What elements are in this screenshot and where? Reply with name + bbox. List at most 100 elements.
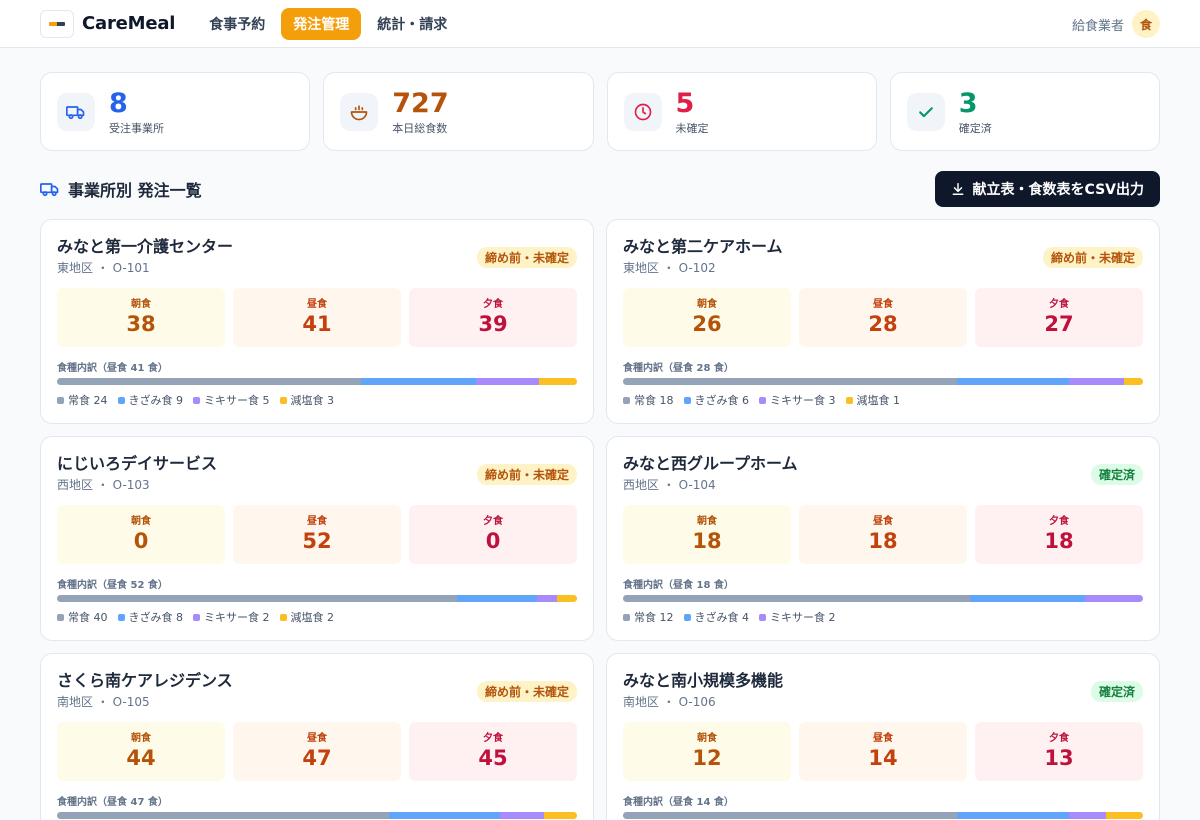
user-area[interactable]: 給食業者 食 bbox=[1072, 10, 1160, 38]
logo-icon bbox=[40, 9, 74, 38]
truck-icon bbox=[40, 183, 59, 197]
legend-item: 常食 18 bbox=[623, 392, 674, 408]
breakdown-legend: 常食 24 きざみ食 9 ミキサー食 5 減塩食 3 bbox=[57, 392, 577, 408]
legend-swatch bbox=[759, 396, 766, 404]
meal-value: 28 bbox=[868, 312, 898, 336]
stat-value: 8 bbox=[109, 88, 128, 119]
csv-export-button[interactable]: 献立表・食数表をCSV出力 bbox=[934, 171, 1160, 207]
legend-swatch bbox=[623, 613, 630, 621]
legend-swatch bbox=[845, 396, 853, 404]
avatar[interactable]: 食 bbox=[1132, 10, 1160, 38]
facility-sub: 東地区 ・ O-101 bbox=[57, 261, 150, 275]
meal-breakfast: 朝食 38 bbox=[57, 288, 225, 347]
status-badge: 確定済 bbox=[1090, 464, 1143, 485]
legend-swatch bbox=[57, 613, 64, 621]
card-title-block: みなと西グループホーム 西地区 ・ O-104 bbox=[623, 453, 798, 493]
meal-dinner: 夕食 18 bbox=[975, 505, 1143, 564]
meal-label: 夕食 bbox=[1049, 299, 1069, 310]
legend-item: 減塩食 1 bbox=[845, 392, 900, 408]
breakdown-bar bbox=[57, 595, 577, 602]
meal-label: 夕食 bbox=[1049, 733, 1069, 744]
section-title: 事業所別 発注一覧 bbox=[40, 177, 202, 201]
stat-value: 5 bbox=[675, 88, 695, 119]
meal-label: 朝食 bbox=[697, 299, 717, 310]
meal-dinner: 夕食 45 bbox=[409, 722, 577, 781]
user-role-label: 給食業者 bbox=[1071, 18, 1124, 34]
breakdown-segment bbox=[1068, 378, 1125, 385]
facility-card[interactable]: みなと南小規模多機能 南地区 ・ O-106 確定済 朝食 12 昼食 14 夕食 13 食種内訳… bbox=[606, 653, 1160, 820]
meal-counts: 朝食 26 昼食 28 夕食 27 bbox=[623, 288, 1143, 347]
facility-card[interactable]: みなと第一介護センター 東地区 ・ O-101 締め前・未確定 朝食 38 昼食 41 夕食 3… bbox=[40, 219, 594, 424]
facility-card[interactable]: みなと第二ケアホーム 東地区 ・ O-102 締め前・未確定 朝食 26 昼食 28 夕食 27… bbox=[606, 219, 1160, 424]
card-header: さくら南ケアレジデンス 南地区 ・ O-105 締め前・未確定 bbox=[57, 670, 577, 710]
stat-label: 確定済 bbox=[958, 122, 992, 135]
legend-item: ミキサー食 3 bbox=[759, 392, 836, 408]
meal-label: 昼食 bbox=[307, 733, 327, 744]
meal-value: 18 bbox=[868, 529, 898, 553]
legend-swatch bbox=[193, 396, 200, 404]
facility-sub: 南地区 ・ O-106 bbox=[623, 695, 716, 709]
download-icon bbox=[952, 183, 963, 195]
facility-name: みなと第二ケアホーム bbox=[623, 237, 783, 256]
breakdown-segment bbox=[623, 812, 958, 819]
legend-swatch bbox=[623, 396, 630, 404]
meal-label: 夕食 bbox=[483, 733, 503, 744]
nav-item-0[interactable]: 食事予約 bbox=[197, 8, 277, 40]
legend-label: ミキサー食 2 bbox=[204, 611, 270, 624]
meal-value: 52 bbox=[302, 529, 332, 553]
meal-lunch: 昼食 14 bbox=[799, 722, 967, 781]
meal-dinner: 夕食 27 bbox=[975, 288, 1143, 347]
breakdown-segment bbox=[57, 595, 457, 602]
legend-swatch bbox=[759, 613, 766, 621]
meal-value: 0 bbox=[133, 529, 149, 553]
stats-row: 8 受注事業所 727 本日総食数 5 未確定 3 確定済 bbox=[40, 72, 1160, 151]
stat-card: 8 受注事業所 bbox=[40, 72, 311, 151]
card-header: みなと南小規模多機能 南地区 ・ O-106 確定済 bbox=[623, 670, 1143, 710]
breakdown-segment bbox=[557, 595, 577, 602]
bowl-icon bbox=[340, 92, 379, 131]
meal-counts: 朝食 44 昼食 47 夕食 45 bbox=[57, 722, 577, 781]
breakdown-bar bbox=[623, 595, 1143, 602]
stat-text: 3 確定済 bbox=[959, 87, 992, 136]
nav-item-1[interactable]: 発注管理 bbox=[281, 7, 362, 40]
legend-swatch bbox=[279, 613, 287, 621]
stat-text: 8 受注事業所 bbox=[109, 87, 164, 136]
meal-lunch: 昼食 52 bbox=[233, 505, 401, 564]
meal-value: 44 bbox=[126, 746, 156, 770]
meal-value: 41 bbox=[302, 312, 332, 336]
card-header: みなと西グループホーム 西地区 ・ O-104 確定済 bbox=[623, 453, 1143, 493]
breakdown-segment bbox=[969, 595, 1086, 602]
meal-label: 朝食 bbox=[131, 733, 151, 744]
stat-text: 5 未確定 bbox=[676, 87, 709, 136]
stat-label: 受注事業所 bbox=[109, 122, 164, 135]
facility-sub: 西地区 ・ O-103 bbox=[57, 478, 150, 492]
facility-card[interactable]: さくら南ケアレジデンス 南地区 ・ O-105 締め前・未確定 朝食 44 昼食 47 夕食 4… bbox=[40, 653, 594, 820]
stat-card: 3 確定済 bbox=[889, 72, 1160, 151]
breakdown-segment bbox=[388, 812, 500, 819]
breakdown-segment bbox=[1068, 812, 1106, 819]
breakdown-segment bbox=[57, 378, 362, 385]
legend-label: 常食 12 bbox=[634, 611, 674, 624]
breakdown-title: 食種内訳（昼食 14 食） bbox=[623, 797, 734, 808]
meal-label: 夕食 bbox=[483, 299, 503, 310]
legend-swatch bbox=[117, 613, 125, 621]
breakdown-segment bbox=[623, 595, 970, 602]
legend-label: きざみ食 4 bbox=[694, 611, 750, 624]
facility-card[interactable]: みなと西グループホーム 西地区 ・ O-104 確定済 朝食 18 昼食 18 夕食 18 食種内… bbox=[606, 436, 1160, 641]
breakdown-segment bbox=[457, 595, 537, 602]
facility-name: みなと南小規模多機能 bbox=[623, 671, 784, 690]
meal-counts: 朝食 12 昼食 14 夕食 13 bbox=[623, 722, 1143, 781]
legend-label: きざみ食 6 bbox=[694, 394, 750, 407]
breakdown-segment bbox=[499, 812, 544, 819]
facility-sub: 西地区 ・ O-104 bbox=[623, 478, 716, 492]
meal-breakfast: 朝食 26 bbox=[623, 288, 791, 347]
meal-label: 夕食 bbox=[483, 516, 503, 527]
card-title-block: さくら南ケアレジデンス 南地区 ・ O-105 bbox=[57, 670, 233, 710]
breakdown-bar bbox=[57, 378, 577, 385]
breakdown-title: 食種内訳（昼食 47 食） bbox=[57, 797, 168, 808]
nav-item-2[interactable]: 統計・請求 bbox=[365, 8, 459, 40]
facility-card[interactable]: にじいろデイサービス 西地区 ・ O-103 締め前・未確定 朝食 0 昼食 52 夕食 0 食種… bbox=[40, 436, 594, 641]
meal-lunch: 昼食 41 bbox=[233, 288, 401, 347]
meal-label: 昼食 bbox=[307, 516, 327, 527]
legend-label: ミキサー食 3 bbox=[770, 394, 836, 407]
